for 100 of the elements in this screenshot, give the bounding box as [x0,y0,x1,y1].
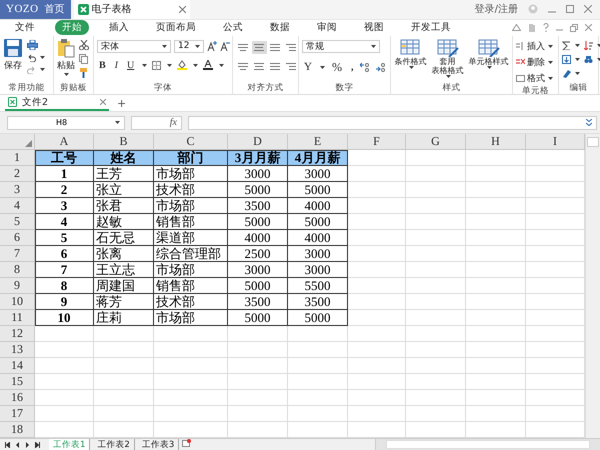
row-header[interactable]: 2 [0,166,35,182]
cell-command-button[interactable]: 格式 [516,72,553,85]
paste-button[interactable]: 粘贴 [57,38,75,76]
row-header[interactable]: 12 [0,326,35,342]
undo-icon[interactable] [27,54,36,62]
menu-tab[interactable]: 文件 [8,20,42,36]
row-header[interactable]: 4 [0,198,35,214]
row-header[interactable]: 6 [0,230,35,246]
formula-input[interactable] [188,116,597,130]
font-name-dropdown[interactable]: 宋体 [97,40,171,53]
row-header[interactable]: 17 [0,406,35,422]
column-header[interactable]: G [406,134,466,150]
next-sheet-icon[interactable] [25,442,30,448]
row-header[interactable]: 16 [0,390,35,406]
login-link[interactable]: 登录/注册 [474,2,518,16]
style-button[interactable]: 条件格式 [394,38,426,69]
column-header[interactable]: D [228,134,288,150]
caret-icon[interactable] [320,66,325,69]
fill-down-icon[interactable] [562,54,571,64]
find-icon[interactable] [584,54,593,64]
increase-font-icon[interactable] [207,41,217,52]
new-tab-button[interactable]: + [109,94,134,112]
vertical-scrollbar[interactable] [585,134,600,438]
font-color-icon[interactable] [203,60,214,70]
row-header[interactable]: 18 [0,422,35,438]
document-tab[interactable]: 电子表格 [74,0,190,19]
decrease-decimal-icon[interactable] [376,62,388,72]
copy-icon[interactable] [79,54,88,64]
sort-icon[interactable] [584,40,593,50]
menu-tab[interactable]: 视图 [357,20,391,36]
currency-button[interactable]: Y [302,61,314,74]
percent-button[interactable]: % [330,60,344,75]
home-tab[interactable]: YOZO 首页 [0,0,71,19]
caret-icon[interactable] [575,58,580,61]
menu-tab[interactable]: 数据 [263,20,297,36]
row-header[interactable]: 9 [0,278,35,294]
column-header[interactable]: A [35,134,94,150]
print-icon[interactable] [27,40,38,50]
eraser-icon[interactable] [562,68,571,78]
caret-icon[interactable] [219,64,224,67]
name-box[interactable]: H8 [7,116,125,130]
column-header[interactable]: H [466,134,526,150]
menu-tab[interactable]: 开发工具 [404,20,458,36]
sum-icon[interactable] [562,40,571,50]
collapse-ribbon-icon[interactable] [512,24,521,32]
number-format-dropdown[interactable]: 常规 [302,40,380,53]
help-icon[interactable] [543,23,549,32]
horizontal-scrollbar[interactable] [375,439,600,450]
menu-tab[interactable]: 公式 [216,20,250,36]
row-header[interactable]: 10 [0,294,35,310]
cell-command-button[interactable]: 插入 [516,40,553,53]
row-header[interactable]: 8 [0,262,35,278]
style-button[interactable]: 单元格样式 [468,38,508,69]
close-icon[interactable] [584,5,592,14]
row-header[interactable]: 1 [0,150,35,166]
border-icon[interactable] [152,60,162,70]
column-header[interactable]: B [94,134,154,150]
caret-icon[interactable] [40,68,45,72]
bold-button[interactable]: B [97,60,108,71]
underline-button[interactable]: U [125,60,136,71]
caret-icon[interactable] [115,121,120,124]
fill-color-icon[interactable] [177,60,188,70]
italic-button[interactable]: I [112,60,120,71]
save-button[interactable]: 保存 [3,38,23,72]
menu-tab[interactable]: 页面布局 [149,20,203,36]
format-brush-icon[interactable] [79,68,88,78]
row-header[interactable]: 13 [0,342,35,358]
caret-icon[interactable] [597,58,600,61]
caret-icon[interactable] [142,64,148,67]
column-header[interactable]: I [526,134,585,150]
row-header[interactable]: 14 [0,358,35,374]
row-header[interactable]: 7 [0,246,35,262]
menu-tab[interactable]: 插入 [102,20,136,36]
comma-button[interactable]: , [348,62,356,73]
column-header[interactable]: C [154,134,228,150]
row-header[interactable]: 5 [0,214,35,230]
column-header[interactable]: F [348,134,406,150]
caret-icon[interactable] [575,44,580,47]
caret-icon[interactable] [597,44,600,47]
scissors-icon[interactable] [79,40,89,50]
previous-sheet-icon[interactable] [15,442,20,448]
select-all-corner[interactable] [0,134,35,150]
column-header[interactable]: E [288,134,348,150]
close-icon[interactable] [100,99,106,105]
caret-icon[interactable] [193,64,198,67]
increase-decimal-icon[interactable] [360,62,372,72]
row-header[interactable]: 3 [0,182,35,198]
align-icon[interactable] [252,40,267,54]
cell-command-button[interactable]: 删除 [516,56,553,69]
restore-icon[interactable] [570,24,578,32]
expand-icon[interactable] [586,119,592,126]
last-sheet-icon[interactable] [35,442,40,448]
menu-tab[interactable]: 审阅 [310,20,344,36]
row-header[interactable]: 15 [0,374,35,390]
caret-icon[interactable] [167,64,172,67]
add-sheet-icon[interactable] [182,439,192,447]
caret-icon[interactable] [575,72,580,75]
maximize-icon[interactable] [566,5,574,14]
row-header[interactable]: 11 [0,310,35,326]
first-sheet-icon[interactable] [5,442,10,448]
